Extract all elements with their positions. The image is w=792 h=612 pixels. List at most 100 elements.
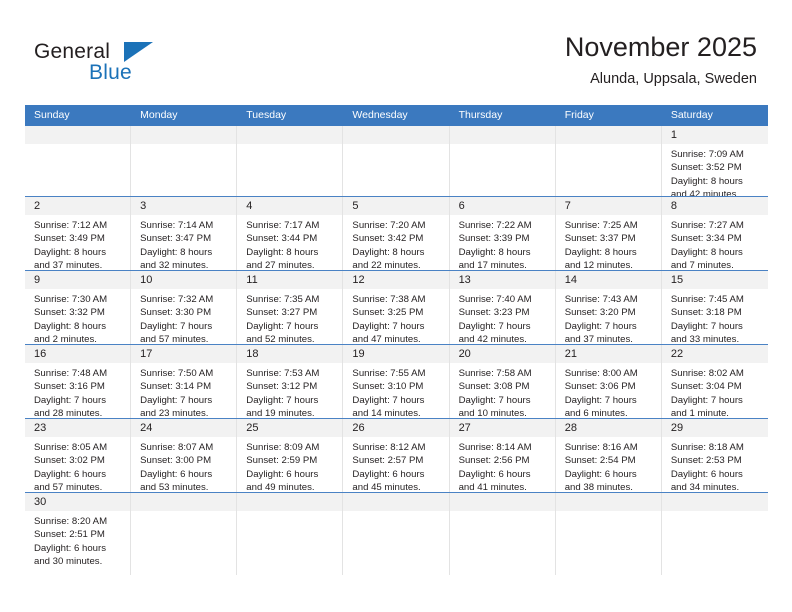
- sunset-text: Sunset: 2:53 PM: [670, 455, 742, 467]
- sunrise-text: Sunrise: 7:25 AM: [564, 220, 638, 231]
- day-cell-empty: [343, 493, 450, 575]
- day-cell-14[interactable]: 14 Sunrise: 7:43 AM Sunset: 3:20 PM Dayligh…: [555, 271, 662, 344]
- sunrise-text: Sunrise: 7:38 AM: [352, 294, 426, 305]
- sunrise-text: Sunrise: 7:50 AM: [140, 368, 214, 379]
- day-cell-5[interactable]: 5 Sunrise: 7:20 AM Sunset: 3:42 PM Daylight…: [343, 197, 450, 270]
- daylight-text-line1: Daylight: 8 hours: [458, 246, 531, 258]
- day-details: Sunrise: 7:58 AM Sunset: 3:08 PM Daylight:…: [450, 363, 555, 418]
- daylight-text-line1: Daylight: 8 hours: [34, 246, 106, 258]
- day-number: 3: [131, 197, 237, 215]
- weekday-header-thursday: Thursday: [458, 109, 503, 121]
- daylight-text-line1: Daylight: 7 hours: [458, 320, 531, 332]
- day-cell-6[interactable]: 6 Sunrise: 7:22 AM Sunset: 3:39 PM Daylight…: [449, 197, 556, 270]
- day-cell-16[interactable]: 16 Sunrise: 7:48 AM Sunset: 3:16 PM Dayligh…: [25, 345, 132, 418]
- daylight-text-line1: Daylight: 6 hours: [564, 468, 637, 480]
- sunrise-text: Sunrise: 8:09 AM: [246, 442, 320, 453]
- calendar-week-row: 23 Sunrise: 8:05 AM Sunset: 3:02 PM Dayligh…: [25, 419, 768, 493]
- sunrise-text: Sunrise: 8:02 AM: [670, 368, 744, 379]
- daylight-text-line2: and 19 minutes.: [246, 407, 315, 418]
- daylight-text-line1: Daylight: 6 hours: [140, 468, 213, 480]
- day-cell-27[interactable]: 27 Sunrise: 8:14 AM Sunset: 2:56 PM Dayligh…: [449, 419, 556, 492]
- page-subtitle: Alunda, Uppsala, Sweden: [590, 71, 757, 87]
- daylight-text-line1: Daylight: 8 hours: [564, 246, 637, 258]
- sunset-text: Sunset: 2:56 PM: [458, 455, 530, 467]
- day-cell-empty: [661, 493, 768, 575]
- sunrise-text: Sunrise: 8:14 AM: [458, 442, 532, 453]
- daylight-text-line1: Daylight: 8 hours: [670, 175, 743, 187]
- day-details: Sunrise: 7:40 AM Sunset: 3:23 PM Daylight:…: [450, 289, 555, 344]
- day-cell-10[interactable]: 10 Sunrise: 7:32 AM Sunset: 3:30 PM Dayligh…: [131, 271, 238, 344]
- day-cell-9[interactable]: 9 Sunrise: 7:30 AM Sunset: 3:32 PM Daylight…: [25, 271, 132, 344]
- sunrise-text: Sunrise: 7:30 AM: [34, 294, 108, 305]
- daylight-text-line2: and 22 minutes.: [352, 259, 421, 270]
- day-number: [343, 493, 449, 511]
- day-cell-15[interactable]: 15 Sunrise: 7:45 AM Sunset: 3:18 PM Dayligh…: [661, 271, 768, 344]
- day-details: Sunrise: 7:20 AM Sunset: 3:42 PM Daylight:…: [343, 215, 448, 270]
- day-number: [25, 126, 131, 144]
- day-number: [555, 493, 661, 511]
- day-number: [131, 126, 237, 144]
- day-cell-23[interactable]: 23 Sunrise: 8:05 AM Sunset: 3:02 PM Dayligh…: [25, 419, 132, 492]
- day-cell-7[interactable]: 7 Sunrise: 7:25 AM Sunset: 3:37 PM Daylight…: [555, 197, 662, 270]
- daylight-text-line2: and 41 minutes.: [458, 481, 527, 492]
- day-number: 25: [237, 419, 343, 437]
- page-title: November 2025: [564, 32, 757, 62]
- daylight-text-line2: and 23 minutes.: [140, 407, 209, 418]
- sunrise-text: Sunrise: 7:35 AM: [246, 294, 320, 305]
- sunset-text: Sunset: 3:18 PM: [670, 307, 742, 319]
- daylight-text-line2: and 7 minutes.: [670, 259, 734, 270]
- weekday-header-tuesday: Tuesday: [246, 109, 287, 121]
- day-details: Sunrise: 8:02 AM Sunset: 3:04 PM Daylight:…: [662, 363, 768, 418]
- day-details: Sunrise: 8:18 AM Sunset: 2:53 PM Daylight:…: [662, 437, 768, 492]
- day-cell-12[interactable]: 12 Sunrise: 7:38 AM Sunset: 3:25 PM Dayligh…: [343, 271, 450, 344]
- day-cell-26[interactable]: 26 Sunrise: 8:12 AM Sunset: 2:57 PM Dayligh…: [343, 419, 450, 492]
- daylight-text-line2: and 38 minutes.: [564, 481, 633, 492]
- sunset-text: Sunset: 3:00 PM: [140, 455, 212, 467]
- day-cell-18[interactable]: 18 Sunrise: 7:53 AM Sunset: 3:12 PM Dayligh…: [237, 345, 344, 418]
- day-cell-17[interactable]: 17 Sunrise: 7:50 AM Sunset: 3:14 PM Dayligh…: [131, 345, 238, 418]
- daylight-text-line2: and 37 minutes.: [564, 333, 633, 344]
- day-details: Sunrise: 7:43 AM Sunset: 3:20 PM Daylight:…: [556, 289, 661, 344]
- day-cell-3[interactable]: 3 Sunrise: 7:14 AM Sunset: 3:47 PM Daylight…: [131, 197, 238, 270]
- day-details: Sunrise: 7:45 AM Sunset: 3:18 PM Daylight:…: [662, 289, 768, 344]
- day-cell-25[interactable]: 25 Sunrise: 8:09 AM Sunset: 2:59 PM Dayligh…: [237, 419, 344, 492]
- day-cell-11[interactable]: 11 Sunrise: 7:35 AM Sunset: 3:27 PM Dayligh…: [237, 271, 344, 344]
- day-details: Sunrise: 8:07 AM Sunset: 3:00 PM Daylight:…: [131, 437, 236, 492]
- day-number: 17: [131, 345, 237, 363]
- day-cell-19[interactable]: 19 Sunrise: 7:55 AM Sunset: 3:10 PM Dayligh…: [343, 345, 450, 418]
- daylight-text-line2: and 6 minutes.: [564, 407, 628, 418]
- calendar-grid: Sunday Monday Tuesday Wednesday Thursday Frid…: [25, 105, 768, 575]
- day-cell-21[interactable]: 21 Sunrise: 8:00 AM Sunset: 3:06 PM Dayligh…: [555, 345, 662, 418]
- day-details: Sunrise: 8:00 AM Sunset: 3:06 PM Daylight:…: [556, 363, 661, 418]
- day-number: 27: [449, 419, 555, 437]
- day-cell-28[interactable]: 28 Sunrise: 8:16 AM Sunset: 2:54 PM Dayligh…: [555, 419, 662, 492]
- day-number: 9: [25, 271, 131, 289]
- day-number: 7: [555, 197, 661, 215]
- daylight-text-line1: Daylight: 7 hours: [246, 394, 319, 406]
- sunrise-text: Sunrise: 7:20 AM: [352, 220, 426, 231]
- day-number: 16: [25, 345, 131, 363]
- day-cell-20[interactable]: 20 Sunrise: 7:58 AM Sunset: 3:08 PM Dayligh…: [449, 345, 556, 418]
- day-cell-29[interactable]: 29 Sunrise: 8:18 AM Sunset: 2:53 PM Dayligh…: [661, 419, 768, 492]
- day-cell-22[interactable]: 22 Sunrise: 8:02 AM Sunset: 3:04 PM Dayligh…: [661, 345, 768, 418]
- day-details: Sunrise: 7:48 AM Sunset: 3:16 PM Daylight:…: [25, 363, 130, 418]
- day-cell-4[interactable]: 4 Sunrise: 7:17 AM Sunset: 3:44 PM Daylight…: [237, 197, 344, 270]
- day-cell-24[interactable]: 24 Sunrise: 8:07 AM Sunset: 3:00 PM Dayligh…: [131, 419, 238, 492]
- day-cell-1[interactable]: 1 Sunrise: 7:09 AM Sunset: 3:52 PM Daylight…: [661, 126, 768, 196]
- daylight-text-line1: Daylight: 7 hours: [564, 394, 637, 406]
- sunrise-text: Sunrise: 7:17 AM: [246, 220, 320, 231]
- sunrise-text: Sunrise: 7:32 AM: [140, 294, 214, 305]
- daylight-text-line1: Daylight: 7 hours: [670, 394, 743, 406]
- daylight-text-line2: and 2 minutes.: [34, 333, 97, 344]
- sunrise-text: Sunrise: 7:14 AM: [140, 220, 214, 231]
- day-details: Sunrise: 7:32 AM Sunset: 3:30 PM Daylight:…: [131, 289, 236, 344]
- daylight-text-line2: and 28 minutes.: [34, 407, 103, 418]
- sunrise-text: Sunrise: 7:53 AM: [246, 368, 320, 379]
- brand-logo[interactable]: General Blue: [34, 40, 214, 96]
- day-cell-30[interactable]: 30 Sunrise: 8:20 AM Sunset: 2:51 PM Dayligh…: [25, 493, 132, 575]
- day-number: 2: [25, 197, 131, 215]
- day-cell-2[interactable]: 2 Sunrise: 7:12 AM Sunset: 3:49 PM Daylight…: [25, 197, 132, 270]
- day-number: 11: [237, 271, 343, 289]
- day-cell-8[interactable]: 8 Sunrise: 7:27 AM Sunset: 3:34 PM Daylight…: [661, 197, 768, 270]
- day-cell-13[interactable]: 13 Sunrise: 7:40 AM Sunset: 3:23 PM Dayligh…: [449, 271, 556, 344]
